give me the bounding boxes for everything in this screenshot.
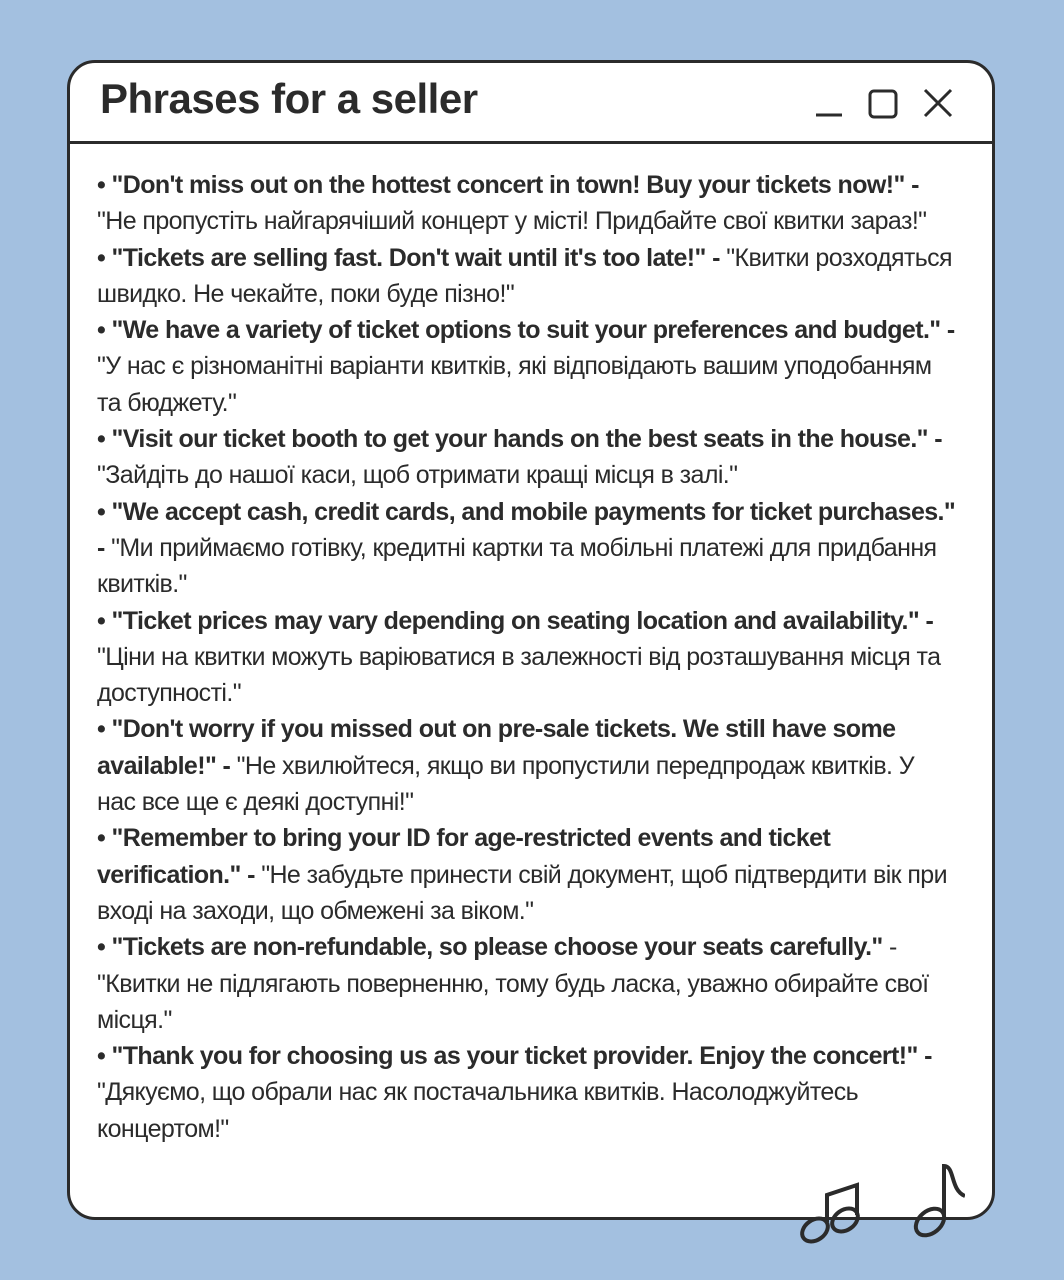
minimize-icon[interactable] [812, 85, 848, 121]
music-notes-icon [800, 1163, 965, 1244]
phrase-item: • "We accept cash, credit cards, and mob… [97, 494, 957, 603]
window: Phrases for a seller • "Don't miss out o… [67, 60, 995, 1220]
phrase-english: • "Thank you for choosing us as your tic… [97, 1042, 932, 1071]
phrase-english: • "Tickets are selling fast. Don't wait … [97, 243, 720, 272]
window-title: Phrases for a seller [100, 75, 478, 122]
phrase-english: • "Ticket prices may vary depending on s… [97, 606, 934, 635]
phrase-ukrainian: "Не пропустіть найгарячіший концерт у мі… [97, 207, 927, 236]
phrase-english: • "We have a variety of ticket options t… [97, 316, 955, 345]
close-icon[interactable] [920, 85, 956, 121]
phrase-english: • "Don't miss out on the hottest concert… [97, 171, 919, 199]
title-bar: Phrases for a seller [70, 63, 992, 144]
maximize-icon[interactable] [866, 85, 902, 121]
phrase-item: • "Visit our ticket booth to get your ha… [97, 421, 957, 494]
phrase-list: • "Don't miss out on the hottest concert… [97, 167, 957, 1147]
phrase-item: • "We have a variety of ticket options t… [97, 312, 957, 421]
phrase-english: • "Tickets are non-refundable, so please… [97, 933, 883, 962]
phrase-item: • "Remember to bring your ID for age-res… [97, 820, 957, 929]
phrase-ukrainian: "Зайдіть до нашої каси, щоб отримати кра… [97, 461, 738, 490]
phrase-ukrainian: "У нас є різноманітні варіанти квитків, … [97, 352, 932, 417]
phrase-item: • "Thank you for choosing us as your tic… [97, 1038, 957, 1147]
phrase-item: • "Tickets are non-refundable, so please… [97, 929, 957, 1038]
phrase-item: • "Don't worry if you missed out on pre-… [97, 711, 957, 820]
phrase-ukrainian: "Ми приймаємо готівку, кредитні картки т… [97, 533, 937, 599]
phrase-english: • "Visit our ticket booth to get your ha… [97, 425, 943, 454]
phrase-ukrainian: "Дякуємо, що обрали нас як постачальника… [97, 1078, 859, 1143]
phrase-ukrainian: "Ціни на квитки можуть варіюватися в зал… [97, 642, 941, 708]
phrase-item: • "Tickets are selling fast. Don't wait … [97, 240, 957, 313]
phrase-item: • "Don't miss out on the hottest concert… [97, 167, 957, 240]
phrase-item: • "Ticket prices may vary depending on s… [97, 603, 957, 712]
